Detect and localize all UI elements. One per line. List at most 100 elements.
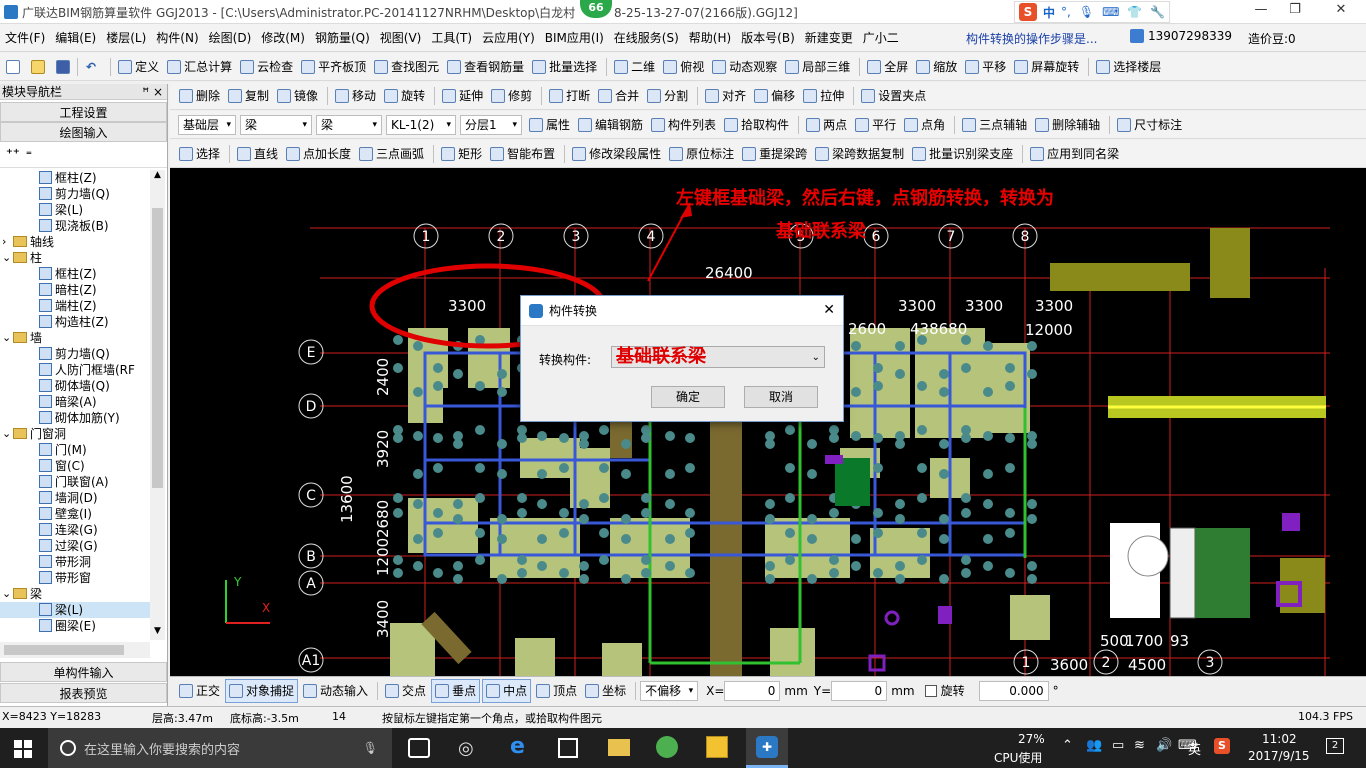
tree-node[interactable]: 连梁(G) [0,522,150,538]
tree-node[interactable]: 圈梁(E) [0,618,150,634]
toolbar-draw-button-11[interactable]: 应用到同名梁 [1027,142,1122,166]
toolbar-main-button-4[interactable]: 查找图元 [371,55,442,79]
convert-select[interactable]: 基础联系梁 ⌄ [611,346,825,368]
toolbar-component-button-2[interactable]: 构件列表 [648,113,719,137]
tree-node[interactable]: 带形洞 [0,554,150,570]
toolbar-component-button-1[interactable]: 编辑钢筋 [575,113,646,137]
toolbar-main-button-13[interactable]: 平移 [962,55,1009,79]
tree-node[interactable]: 人防门框墙(RF [0,362,150,378]
save-icon[interactable] [56,59,70,74]
dialog-titlebar[interactable]: 构件转换 ✕ [521,296,843,326]
tree-node[interactable]: 构造柱(Z) [0,314,150,330]
tree-node[interactable]: › 轴线 [0,234,150,250]
toolbar-main-button-2[interactable]: 云检查 [237,55,296,79]
toolbar-main-button-7[interactable]: 二维 [611,55,658,79]
sogou-tray-icon[interactable]: S [1214,738,1230,754]
update-badge[interactable]: 66 [580,0,612,18]
toolbar-main-button-3[interactable]: 平齐板顶 [298,55,369,79]
tree-node[interactable]: 砌体墙(Q) [0,378,150,394]
tray-chevron-icon[interactable]: ⌃ [1062,738,1073,753]
y-input[interactable]: 0 [831,680,888,701]
tree-node[interactable]: ⌄ 门窗洞 [0,426,150,442]
tree-node[interactable]: 暗梁(A) [0,394,150,410]
toolbar-main-button-5[interactable]: 查看钢筋量 [444,55,527,79]
component-dropdown-3[interactable]: KL-1(2) ▾ [386,114,456,135]
toolbar-edit-button-9[interactable]: 分割 [644,84,691,108]
tree-node[interactable]: 门联窗(A) [0,474,150,490]
tree-node[interactable]: 壁龛(I) [0,506,150,522]
toolbar-draw-button-8[interactable]: 重提梁跨 [739,142,810,166]
panel-pin-close[interactable]: ꟸ × [142,84,163,100]
toolbar-edit-button-13[interactable]: 设置夹点 [858,84,929,108]
toolbar-component-button-7[interactable]: 三点辅轴 [959,113,1030,137]
toolbar-draw-button-7[interactable]: 原位标注 [666,142,737,166]
menu-item-4[interactable]: 绘图(D) [204,24,257,52]
toolbar-main-button-12[interactable]: 缩放 [913,55,960,79]
open-file-icon[interactable] [31,59,45,74]
notification-icon[interactable]: 2 [1326,738,1344,754]
single-component-input-button[interactable]: 单构件输入 [0,662,167,682]
ime-punct[interactable]: °, [1061,5,1071,19]
tree-hscroll[interactable] [0,642,150,658]
component-dropdown-0[interactable]: 基础层 ▾ [178,114,236,135]
tree-node[interactable]: 框柱(Z) [0,266,150,282]
tree-node[interactable]: ⌄ 柱 [0,250,150,266]
drawing-input-button[interactable]: 绘图输入 [0,122,167,142]
undo-icon[interactable]: ↶ [86,60,96,74]
cad-drawing[interactable]: 12345678 EDCBAA1 123 264003300 3300 3300 33… [170,168,1366,676]
toolbar-main-button-0[interactable]: 定义 [115,55,162,79]
rotate-input[interactable]: 0.000 [978,680,1049,701]
drawing-canvas[interactable]: 12345678 E D C B A A1 123 26400 3300 3300 3300 33… [170,168,1366,676]
close-button[interactable]: ✕ [1326,2,1356,22]
toolbar-edit-button-7[interactable]: 打断 [546,84,593,108]
keyboard-icon[interactable]: ⌨ [1102,5,1119,19]
minimize-button[interactable]: — [1246,2,1276,22]
toolbar-draw-button-3[interactable]: 三点画弧 [356,142,427,166]
taskbar-search[interactable]: 在这里输入你要搜索的内容 🎙 [48,728,392,768]
menu-item-3[interactable]: 构件(N) [151,24,203,52]
menu-item-11[interactable]: 在线服务(S) [609,24,684,52]
rotate-checkbox[interactable] [924,684,937,697]
toolbar-component-button-4[interactable]: 两点 [803,113,850,137]
tree-expander-icon[interactable]: › [2,234,6,250]
toolbar-edit-button-11[interactable]: 偏移 [751,84,798,108]
tree-node[interactable]: 梁(L) [0,202,150,218]
tree-node[interactable]: ⌄ 梁 [0,586,150,602]
menu-item-12[interactable]: 帮助(H) [684,24,736,52]
tree-node[interactable]: 墙洞(D) [0,490,150,506]
restore-button[interactable]: ❐ [1280,2,1310,22]
input-lang[interactable]: 英 [1188,739,1201,758]
ime-toolbar[interactable]: S 中 °, 🎙 ⌨ 👕 🔧 [1014,1,1171,23]
menu-item-2[interactable]: 楼层(L) [101,24,151,52]
wifi-icon[interactable]: ≋ [1134,738,1145,753]
report-preview-button[interactable]: 报表预览 [0,683,167,703]
menu-item-10[interactable]: BIM应用(I) [540,24,609,52]
toolbar-edit-button-0[interactable]: 删除 [176,84,223,108]
component-dropdown-2[interactable]: 梁 ▾ [316,114,382,135]
toolbar-main-button-10[interactable]: 局部三维 [782,55,853,79]
tree-node[interactable]: 现浇板(B) [0,218,150,234]
wrench-icon[interactable]: 🔧 [1150,5,1165,19]
network-icon[interactable]: ▭ [1112,738,1124,753]
sogou-icon[interactable]: S [1019,3,1037,21]
ok-button[interactable]: 确定 [651,386,725,408]
menu-item-15[interactable]: 广小二 [858,24,904,52]
toolbar-draw-button-2[interactable]: 点加长度 [283,142,354,166]
tree-node[interactable]: ⌄ 墙 [0,330,150,346]
toolbar-edit-button-12[interactable]: 拉伸 [800,84,847,108]
toolbar-edit-button-2[interactable]: 镜像 [274,84,321,108]
mic-icon[interactable]: 🎙 [363,741,378,755]
toolbar-edit-button-1[interactable]: 复制 [225,84,272,108]
toolbar-edit-button-3[interactable]: 移动 [332,84,379,108]
toolbar-main-button-15[interactable]: 选择楼层 [1093,55,1164,79]
toolbar-component-button-9[interactable]: 尺寸标注 [1114,113,1185,137]
swirl-app-icon[interactable]: ◎ [458,738,474,759]
menu-item-0[interactable]: 文件(F) [0,24,50,52]
menu-item-1[interactable]: 编辑(E) [50,24,101,52]
toolbar-edit-button-10[interactable]: 对齐 [702,84,749,108]
snap-button-7[interactable]: 坐标 [582,679,629,703]
clock-time[interactable]: 11:02 [1262,732,1297,746]
tree-node[interactable]: 端柱(Z) [0,298,150,314]
toolbar-main-button-8[interactable]: 俯视 [660,55,707,79]
beans-count[interactable]: 造价豆:0 [1248,30,1296,47]
